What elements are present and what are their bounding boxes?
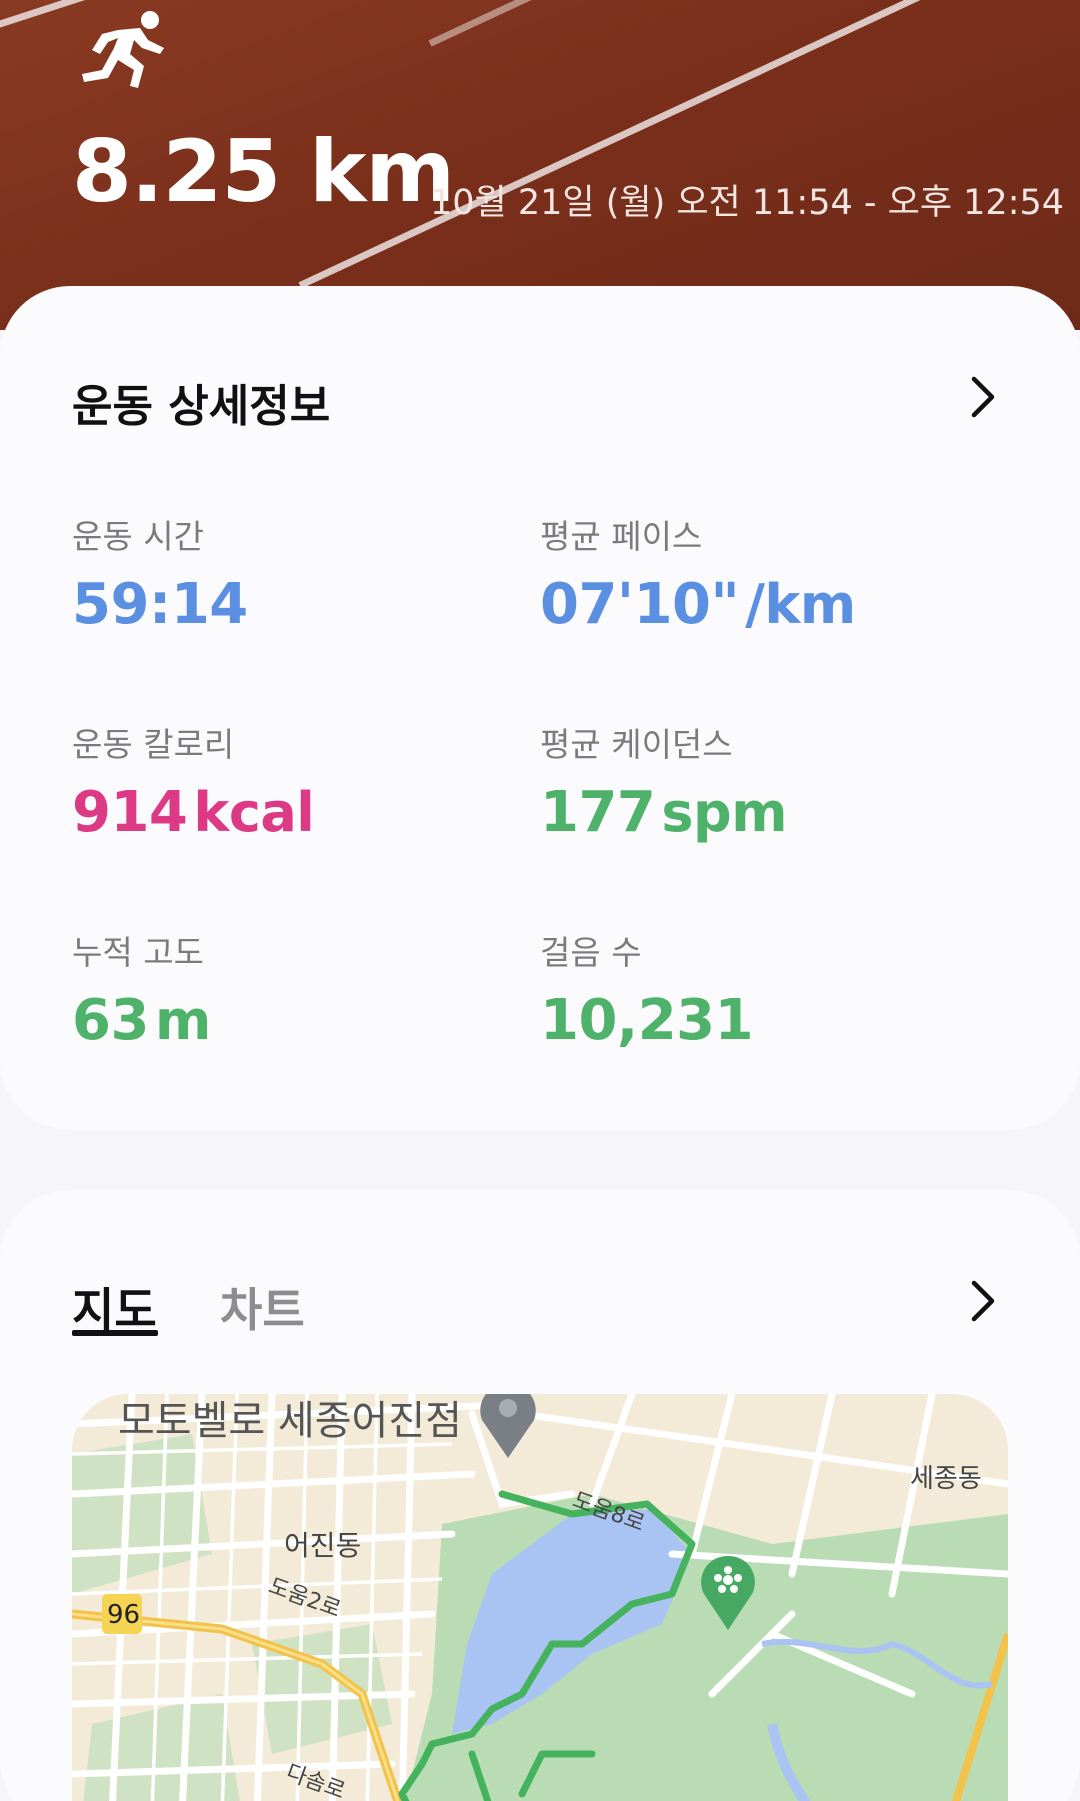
stat-calories: 운동 칼로리 914 kcal xyxy=(72,718,315,845)
map-district-label: 어진동 xyxy=(284,1529,362,1562)
running-person-icon xyxy=(78,8,172,90)
stat-cadence: 평균 케이던스 177 spm xyxy=(540,718,787,845)
route-map[interactable]: 모토벨로 세종어진점 세종동 어진동 도움8로 도움2로 다솜로 96 xyxy=(72,1394,1008,1801)
chevron-right-icon[interactable] xyxy=(968,1278,998,1324)
stat-label: 운동 시간 xyxy=(72,517,204,556)
stat-elevation: 누적 고도 63 m xyxy=(72,926,211,1053)
details-title: 운동 상세정보 xyxy=(72,381,331,432)
stat-label: 걸음 수 xyxy=(540,933,642,972)
stat-avg-pace: 평균 페이스 07'10"/km xyxy=(540,510,856,637)
workout-datetime: 10월 21일 (월) 오전 11:54 - 오후 12:54 xyxy=(430,183,1065,223)
map-pin-icon xyxy=(480,1394,536,1458)
stat-value: 177 spm xyxy=(540,780,787,845)
stat-value: 63 m xyxy=(72,988,211,1053)
track-lane-line xyxy=(428,0,613,47)
stat-steps: 걸음 수 10,231 xyxy=(540,926,754,1053)
stat-duration: 운동 시간 59:14 xyxy=(72,510,248,637)
stat-label: 누적 고도 xyxy=(72,933,204,972)
tab-chart[interactable]: 차트 xyxy=(220,1274,305,1340)
stat-label: 평균 페이스 xyxy=(540,517,703,556)
stat-value: 07'10"/km xyxy=(540,572,856,637)
chevron-right-icon[interactable] xyxy=(968,374,998,420)
route-number-badge: 96 xyxy=(107,1600,141,1630)
tab-selected-indicator xyxy=(72,1330,158,1336)
stat-label: 평균 케이던스 xyxy=(540,725,733,764)
stat-label: 운동 칼로리 xyxy=(72,725,235,764)
stat-value: 10,231 xyxy=(540,988,754,1053)
header-banner: 8.25 km 10월 21일 (월) 오전 11:54 - 오후 12:54 xyxy=(0,0,1080,330)
stat-value: 914 kcal xyxy=(72,780,315,845)
map-district-label: 세종동 xyxy=(910,1464,982,1494)
distance-value: 8.25 km xyxy=(72,122,455,222)
stat-value: 59:14 xyxy=(72,572,248,637)
map-poi-label: 모토벨로 세종어진점 xyxy=(118,1398,462,1444)
